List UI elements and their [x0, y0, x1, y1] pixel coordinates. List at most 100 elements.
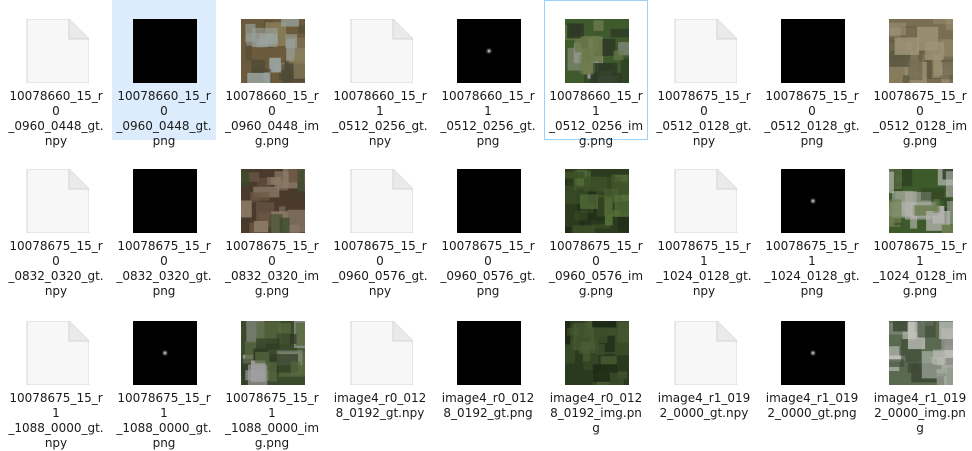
- file-name-line: _0960_0576_gt.: [440, 269, 536, 283]
- file-name-line: image4_r0_012: [333, 391, 427, 405]
- file-item[interactable]: 10078675_15_r0 _0832_0320_gt. png: [112, 150, 216, 298]
- file-name-line: _0512_0128_gt.: [764, 119, 860, 133]
- file-name-line: _0960_0448_im: [224, 119, 320, 133]
- file-item[interactable]: 10078675_15_r1 _1024_0128_gt. png: [760, 150, 864, 298]
- mask-thumbnail: [133, 169, 197, 233]
- aerial-image-thumbnail: [241, 19, 305, 83]
- mask-thumbnail: [133, 19, 197, 83]
- file-name-line: g.png: [254, 284, 290, 298]
- mask-thumbnail: [133, 321, 197, 385]
- file-item[interactable]: 10078660_15_r0 _0960_0448_im g.png: [220, 0, 324, 148]
- file-name-line: _1024_0128_gt.: [764, 269, 860, 283]
- file-item[interactable]: 10078675_15_r0 _0960_0576_im g.png: [544, 150, 648, 298]
- file-name-line: png: [800, 284, 824, 298]
- file-name-label: 10078675_15_r1 _1088_0000_gt. npy: [7, 391, 105, 451]
- file-item[interactable]: 10078675_15_r0 _0512_0128_im g.png: [868, 0, 972, 148]
- file-name-line: png: [800, 134, 824, 148]
- file-grid: 10078660_15_r0 _0960_0448_gt. npy 10078660_…: [0, 0, 972, 450]
- file-item[interactable]: 10078660_15_r0 _0960_0448_gt. npy: [4, 0, 108, 148]
- file-name-line: 10078660_15_r1: [333, 89, 427, 118]
- file-item[interactable]: 10078660_15_r1 _0512_0256_gt. npy: [328, 0, 432, 148]
- file-name-label: 10078660_15_r0 _0960_0448_gt. npy: [7, 89, 105, 149]
- file-name-line: 10078675_15_r0: [225, 239, 319, 268]
- file-item[interactable]: 10078675_15_r1 _1088_0000_gt. png: [112, 302, 216, 450]
- file-name-line: 10078675_15_r0: [441, 239, 535, 268]
- mask-thumbnail: [457, 321, 521, 385]
- mask-thumbnail: [781, 19, 845, 83]
- file-name-line: 2_0000_img.pn: [874, 406, 966, 420]
- file-item[interactable]: image4_r0_012 8_0192_img.pn g: [544, 302, 648, 442]
- file-name-line: g.png: [578, 134, 614, 148]
- file-icon: [349, 169, 413, 233]
- file-name-line: 10078660_15_r1: [441, 89, 535, 118]
- file-name-line: 10078660_15_r0: [117, 89, 211, 118]
- file-item[interactable]: 10078675_15_r0 _0832_0320_im g.png: [220, 150, 324, 298]
- file-icon: [25, 19, 89, 83]
- file-item[interactable]: image4_r0_012 8_0192_gt.npy: [328, 302, 432, 442]
- file-item[interactable]: 10078675_15_r0 _0512_0128_gt. npy: [652, 0, 756, 148]
- file-name-line: 10078675_15_r0: [765, 89, 859, 118]
- file-name-line: _1088_0000_gt.: [8, 421, 104, 435]
- file-item[interactable]: image4_r0_012 8_0192_gt.png: [436, 302, 540, 442]
- file-icon: [673, 169, 737, 233]
- file-name-line: 8_0192_gt.png: [443, 406, 533, 420]
- file-item[interactable]: 10078675_15_r1 _1088_0000_gt. npy: [4, 302, 108, 450]
- file-name-line: _0960_0448_gt.: [116, 119, 212, 133]
- file-name-line: image4_r1_019: [765, 391, 859, 405]
- file-name-line: 10078675_15_r0: [117, 239, 211, 268]
- file-name-label: 10078660_15_r1 _0512_0256_gt. npy: [331, 89, 429, 149]
- file-item[interactable]: 10078675_15_r1 _1024_0128_gt. npy: [652, 150, 756, 298]
- aerial-image-thumbnail: [241, 169, 305, 233]
- file-name-label: 10078675_15_r1 _1088_0000_gt. png: [115, 391, 213, 451]
- file-name-line: _1024_0128_gt.: [656, 269, 752, 283]
- file-name-label: 10078675_15_r0 _0832_0320_gt. png: [115, 239, 213, 299]
- file-icon: [673, 321, 737, 385]
- file-name-label: 10078675_15_r0 _0960_0576_gt. png: [439, 239, 537, 299]
- file-name-line: npy: [692, 134, 716, 148]
- file-item[interactable]: 10078675_15_r0 _0832_0320_gt. npy: [4, 150, 108, 298]
- file-item[interactable]: image4_r1_019 2_0000_img.pn g: [868, 302, 972, 442]
- file-item[interactable]: image4_r1_019 2_0000_gt.png: [760, 302, 864, 442]
- file-item[interactable]: 10078675_15_r1 _1088_0000_im g.png: [220, 302, 324, 450]
- file-name-line: image4_r0_012: [441, 391, 535, 405]
- file-name-label: image4_r1_019 2_0000_gt.npy: [655, 391, 753, 421]
- file-name-line: _0832_0320_gt.: [116, 269, 212, 283]
- file-item[interactable]: image4_r1_019 2_0000_gt.npy: [652, 302, 756, 442]
- file-item[interactable]: 10078660_15_r1 _0512_0256_gt. png: [436, 0, 540, 148]
- file-name-line: png: [476, 284, 500, 298]
- file-name-line: _0960_0576_gt.: [332, 269, 428, 283]
- file-name-label: 10078675_15_r0 _0512_0128_gt. png: [763, 89, 861, 149]
- file-item[interactable]: 10078675_15_r0 _0512_0128_gt. png: [760, 0, 864, 148]
- aerial-image-thumbnail: [889, 19, 953, 83]
- file-item[interactable]: 10078675_15_r0 _0960_0576_gt. png: [436, 150, 540, 298]
- file-name-line: npy: [368, 284, 392, 298]
- file-item[interactable]: 10078675_15_r1 _1024_0128_im g.png: [868, 150, 972, 298]
- mask-thumbnail: [781, 169, 845, 233]
- file-icon: [349, 321, 413, 385]
- mask-dot: [161, 349, 169, 357]
- file-name-line: npy: [368, 134, 392, 148]
- file-name-line: _0512_0256_im: [548, 119, 644, 133]
- aerial-image-thumbnail: [565, 169, 629, 233]
- file-name-line: npy: [44, 436, 68, 450]
- file-name-label: image4_r0_012 8_0192_img.pn g: [547, 391, 645, 436]
- file-item[interactable]: 10078660_15_r1 _0512_0256_im g.png: [544, 0, 648, 148]
- file-name-line: image4_r1_019: [657, 391, 751, 405]
- file-name-line: _1024_0128_im: [872, 269, 968, 283]
- file-name-line: _1088_0000_im: [224, 421, 320, 435]
- file-item[interactable]: 10078660_15_r0 _0960_0448_gt. png: [112, 0, 216, 148]
- file-name-label: 10078660_15_r0 _0960_0448_gt. png: [115, 89, 213, 149]
- file-name-line: 10078675_15_r0: [333, 239, 427, 268]
- file-name-label: image4_r1_019 2_0000_img.pn g: [871, 391, 969, 436]
- file-name-line: 10078675_15_r0: [657, 89, 751, 118]
- file-name-line: _1088_0000_gt.: [116, 421, 212, 435]
- file-name-line: 8_0192_img.pn: [550, 406, 642, 420]
- file-name-label: 10078675_15_r1 _1024_0128_im g.png: [871, 239, 969, 299]
- file-name-label: 10078660_15_r0 _0960_0448_im g.png: [223, 89, 321, 149]
- file-name-line: 10078675_15_r1: [765, 239, 859, 268]
- file-name-line: _0512_0128_gt.: [656, 119, 752, 133]
- file-name-line: 2_0000_gt.png: [767, 406, 857, 420]
- file-name-line: _0832_0320_gt.: [8, 269, 104, 283]
- file-name-label: 10078675_15_r1 _1088_0000_im g.png: [223, 391, 321, 451]
- file-item[interactable]: 10078675_15_r0 _0960_0576_gt. npy: [328, 150, 432, 298]
